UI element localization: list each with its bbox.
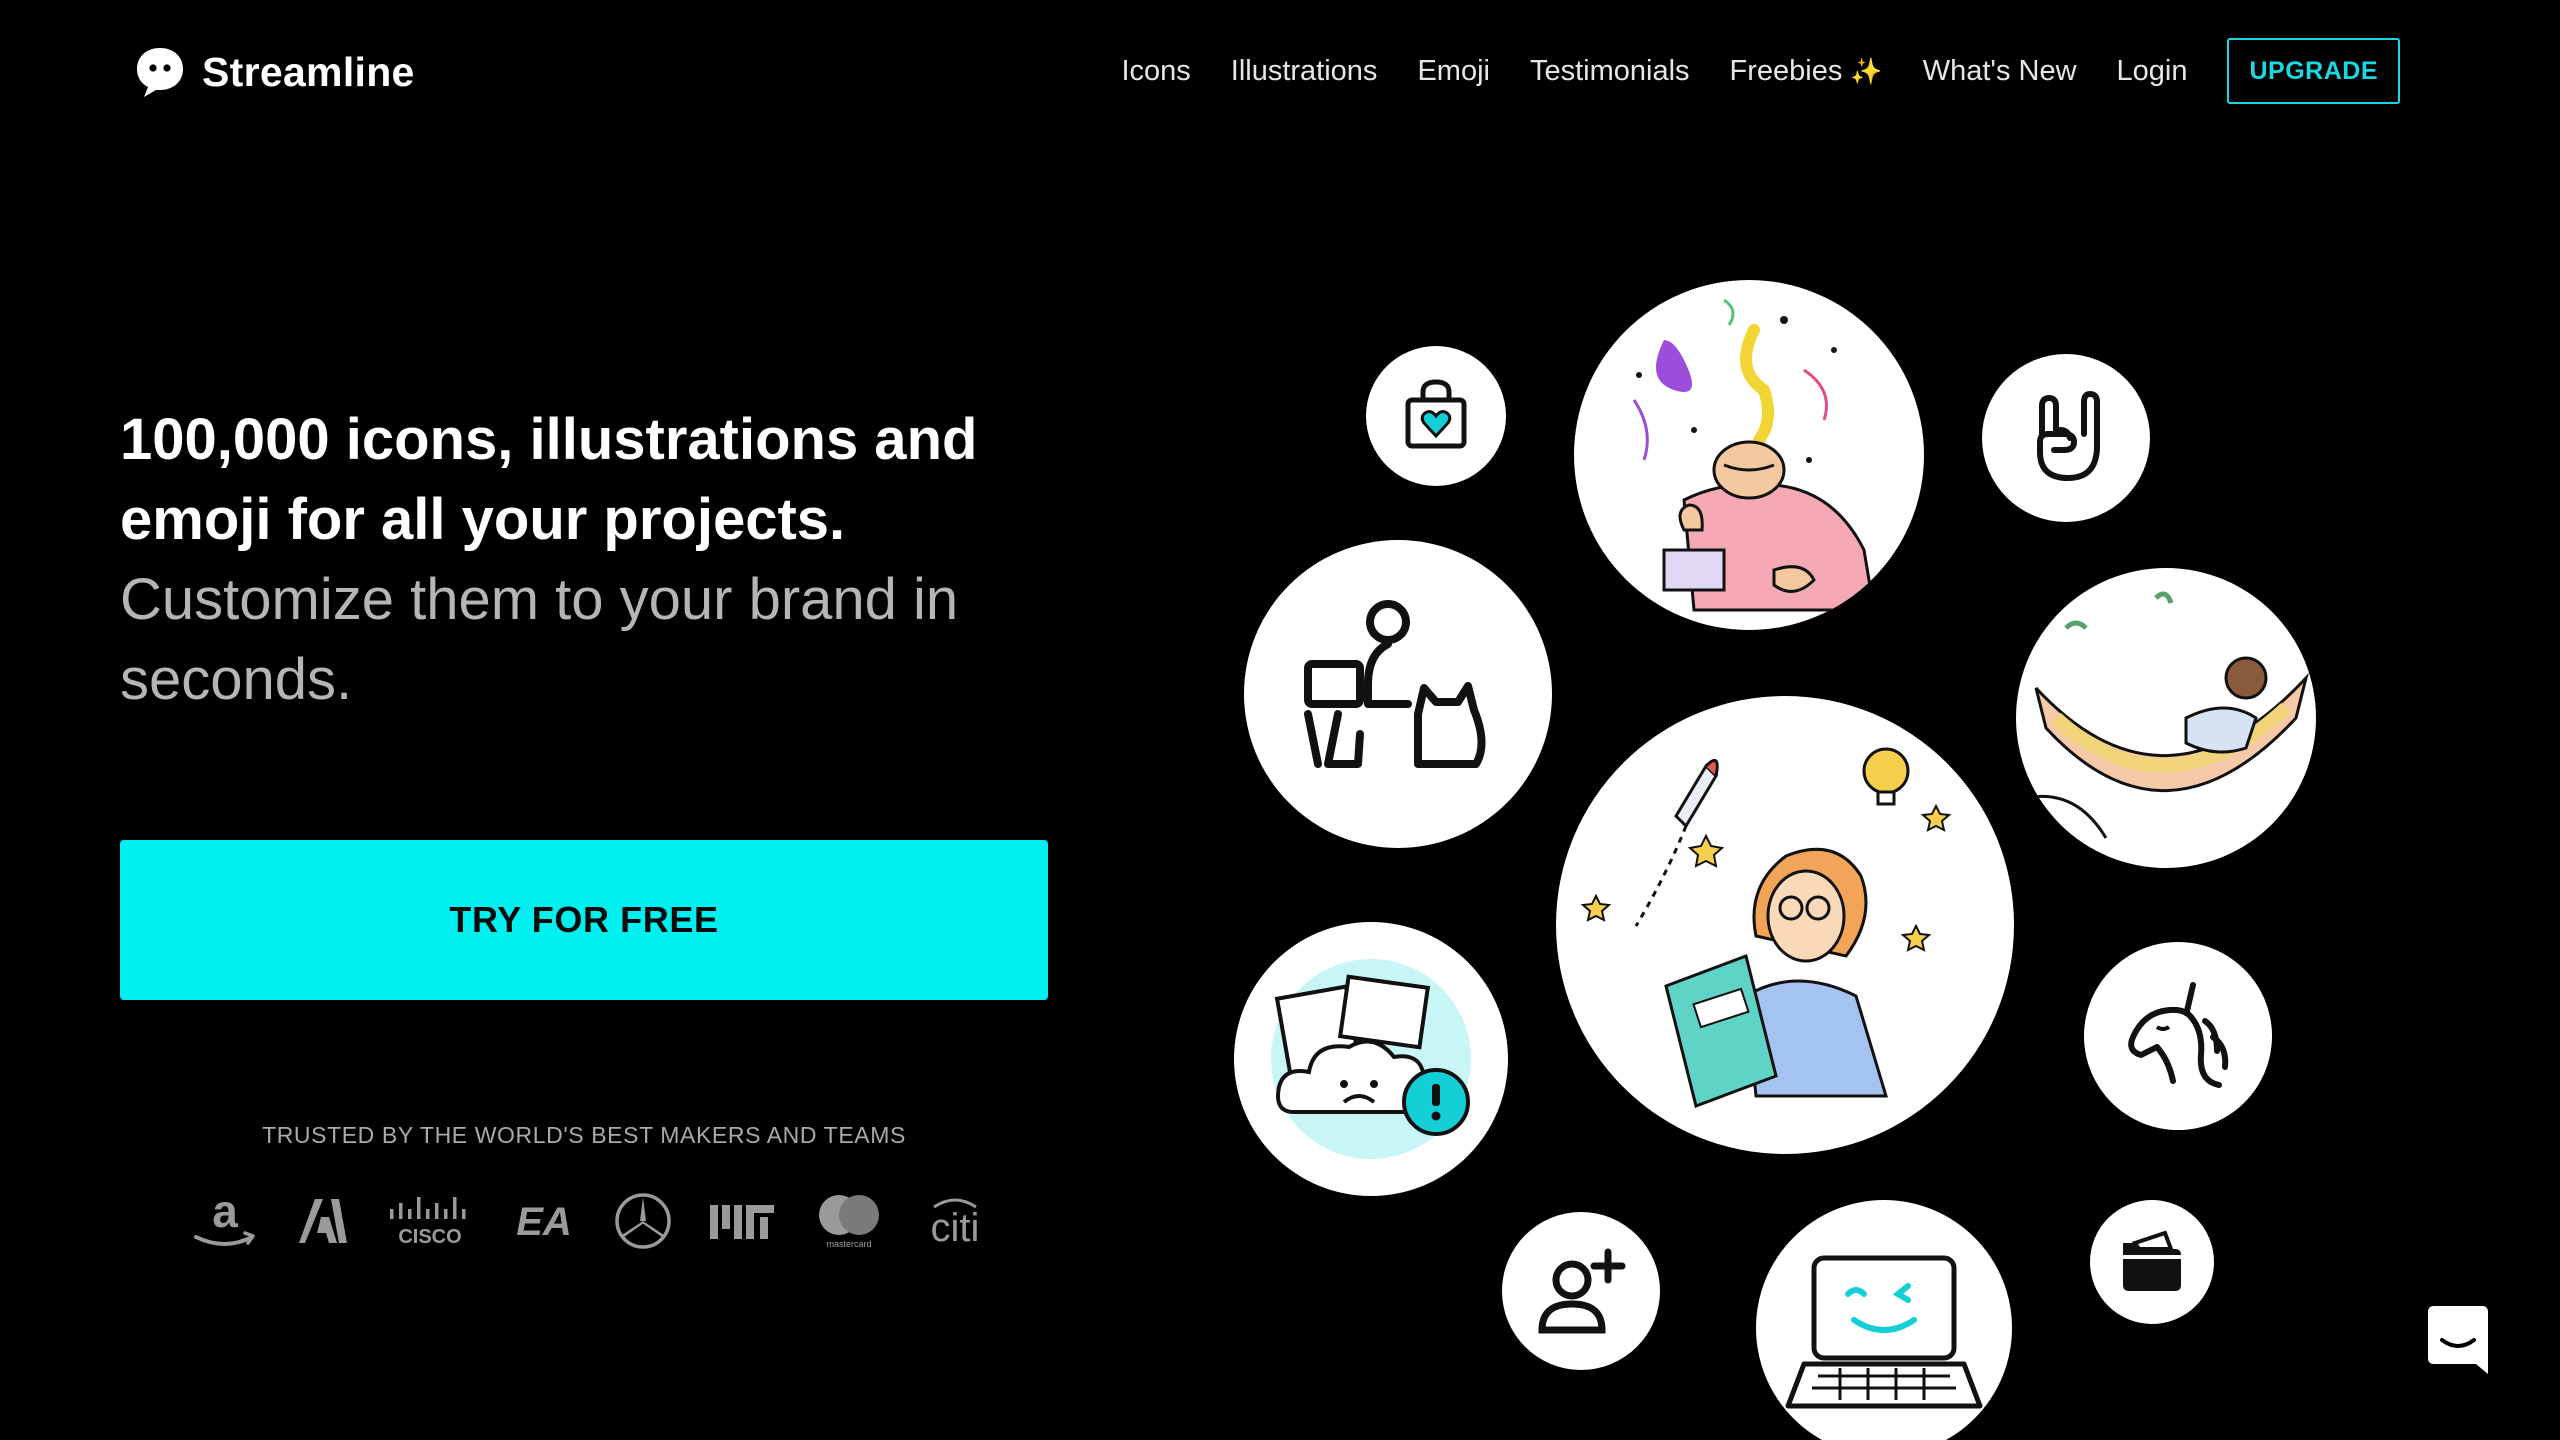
hero-subheadline: Customize them to your brand in seconds. — [120, 567, 959, 712]
trusted-by-label: TRUSTED BY THE WORLD'S BEST MAKERS AND T… — [262, 1122, 906, 1148]
nav-icons[interactable]: Icons — [1121, 55, 1190, 88]
ea-logo: EA — [509, 1199, 579, 1243]
brand-name: Streamline — [202, 48, 415, 95]
upgrade-button[interactable]: UPGRADE — [2227, 38, 2400, 104]
nav-freebies[interactable]: Freebies ✨ — [1730, 55, 1883, 88]
open-folder-icon — [2123, 1230, 2181, 1291]
cisco-text: CISCO — [398, 1226, 461, 1247]
nav-login[interactable]: Login — [2117, 55, 2188, 88]
rock-hand-icon — [2037, 391, 2100, 481]
showcase-laptop — [1756, 1200, 2012, 1440]
showcase-reading — [1556, 696, 2014, 1154]
nav-illustrations[interactable]: Illustrations — [1231, 55, 1378, 88]
showcase-open-folder — [2090, 1200, 2214, 1324]
brand-logo[interactable]: Streamline — [132, 44, 415, 100]
nav-emoji[interactable]: Emoji — [1417, 55, 1490, 88]
showcase-cloud-error — [1234, 922, 1508, 1196]
ea-text: EA — [516, 1200, 572, 1243]
happy-laptop-illustration — [1785, 1255, 1983, 1409]
mercedes-logo — [613, 1191, 673, 1251]
try-for-free-button[interactable]: TRY FOR FREE — [120, 840, 1048, 1000]
showcase-add-user — [1502, 1212, 1660, 1370]
mastercard-logo: mastercard — [813, 1191, 885, 1251]
showcase-unicorn — [2084, 942, 2272, 1130]
hero-headline: 100,000 icons, illustrations and emoji f… — [120, 407, 978, 552]
citi-text: citi — [930, 1206, 979, 1247]
shopping-bag-heart-icon — [1405, 379, 1467, 449]
showcase-shopping-bag — [1366, 346, 1506, 486]
main-nav: Icons Illustrations Emoji Testimonials F… — [1121, 38, 2400, 104]
svg-text:a: a — [212, 1189, 238, 1237]
nav-freebies-label: Freebies — [1729, 54, 1843, 87]
cisco-logo: CISCO — [386, 1195, 474, 1247]
mit-logo — [708, 1199, 778, 1243]
showcase-remote-work — [1244, 540, 1552, 848]
add-user-icon — [1538, 1248, 1626, 1334]
showcase-mind-blown — [1574, 280, 1924, 630]
showcase-rock-hand — [1982, 354, 2150, 522]
sparkle-icon: ✨ — [1850, 55, 1883, 86]
showcase-hammock — [2016, 568, 2316, 868]
cloud-error-illustration — [1271, 959, 1471, 1159]
landing-page: Streamline Icons Illustrations Emoji Tes… — [0, 0, 2560, 1440]
reading-ideas-illustration — [1580, 747, 1952, 1108]
chat-widget-icon — [2428, 1306, 2488, 1374]
mind-blown-illustration — [1632, 298, 1876, 612]
hammock-relax-illustration — [2025, 591, 2309, 839]
citi-logo: citi — [920, 1195, 990, 1247]
amazon-logo: a — [190, 1189, 260, 1253]
chat-widget-button[interactable] — [2428, 1306, 2488, 1374]
brand-logos: a CISCO EA mastercard citi — [190, 1186, 990, 1256]
mastercard-text: mastercard — [827, 1239, 872, 1249]
chat-bubble-face-icon — [137, 48, 183, 97]
unicorn-icon — [2128, 982, 2229, 1088]
nav-testimonials[interactable]: Testimonials — [1530, 55, 1690, 88]
adobe-logo — [295, 1195, 351, 1247]
nav-whats-new[interactable]: What's New — [1923, 55, 2077, 88]
remote-work-cat-icon — [1304, 600, 1486, 768]
